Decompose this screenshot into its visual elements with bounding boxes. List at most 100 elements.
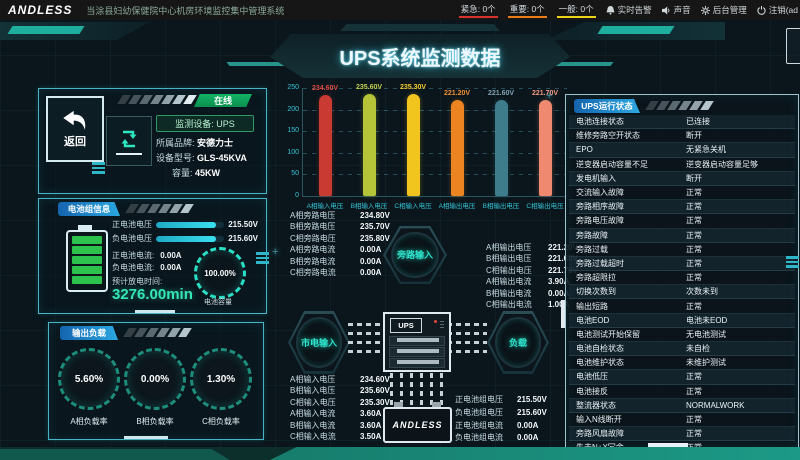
menu-item-realtime-alarm[interactable]: 实时告警: [606, 4, 652, 16]
status-value: 断开: [686, 130, 702, 141]
top-bar: ANDLESS 当涂县妇幼保健院中心机房环境监控集中管理系统 紧急: 0个 重要…: [0, 0, 800, 20]
status-label: 电池低压: [569, 371, 686, 382]
battery-group-list: 正电池组电压 215.50V 负电池组电压 215.60V 正电池组电流 0.0…: [455, 396, 580, 447]
status-label: 发电机输入: [569, 173, 686, 184]
status-value: 已连接: [686, 116, 710, 127]
item-value: 0.00A: [360, 269, 381, 280]
status-row: 整流器状态 NORMALWORK: [569, 399, 795, 413]
menu-label: 声音: [674, 4, 691, 16]
y-axis-tick: 150: [273, 127, 299, 134]
brand-field: 所属品牌: 安德力士: [156, 136, 233, 149]
logout-power-icon: [757, 6, 766, 15]
item-label: A相输入电流: [290, 410, 360, 421]
positive-voltage-bar: 正电池电压 215.50V: [112, 221, 258, 229]
status-label: 电池连接状态: [569, 116, 686, 127]
discharge-time-value: 3276.00min: [112, 286, 193, 303]
y-axis-tick: 200: [273, 106, 299, 113]
footer-band-bright: [270, 447, 800, 460]
panel-border-highlight: [124, 436, 168, 439]
status-label: 旁路故障: [569, 230, 686, 241]
brand-logo: ANDLESS: [8, 3, 72, 17]
status-row: 切换次数到 次数未到: [569, 285, 795, 299]
status-value: 无电池测试: [686, 329, 726, 340]
gauge-label: A相负载率: [70, 416, 107, 427]
item-value: 0.00A: [517, 434, 538, 447]
item-value: 215.50V: [517, 396, 547, 409]
status-row: 输入N线断开 正常: [569, 413, 795, 427]
back-button[interactable]: 返回: [46, 96, 104, 162]
item-label: 负电池组电压: [455, 409, 517, 422]
connector-marks: [786, 256, 799, 268]
node-label: 旁路输入: [397, 248, 433, 261]
alarm-underline: [557, 16, 596, 18]
status-value: 正常: [686, 428, 702, 439]
status-row: 旁路风扇故障 正常: [569, 427, 795, 441]
battery-block: ANDLESS: [383, 407, 452, 443]
field-label: 设备型号:: [156, 153, 195, 163]
menu-item-logout[interactable]: 注销(ad: [757, 4, 798, 16]
item-value: 215.60V: [517, 409, 547, 422]
status-label: 电池接反: [569, 386, 686, 397]
field-value: 45KW: [195, 168, 220, 178]
status-row: EPO 无紧急关机: [569, 143, 795, 157]
header-deco-right-accent: [598, 26, 675, 34]
status-label: EPO: [569, 145, 686, 154]
connector-marks: [92, 162, 105, 174]
chart-bar: [495, 100, 508, 196]
progress-slashes: [648, 101, 711, 110]
item-label: 正电池组电压: [455, 396, 517, 409]
alarm-counter[interactable]: 紧急: 0个: [459, 2, 498, 18]
y-axis-tick: 250: [273, 84, 299, 91]
battery-terminal: [394, 402, 403, 407]
menu-item-sound[interactable]: 声音: [662, 4, 691, 16]
status-label: 旁路风扇故障: [569, 428, 686, 439]
system-title: 当涂县妇幼保健院中心机房环境监控集中管理系统: [86, 4, 284, 17]
menu-item-admin[interactable]: 后台管理: [701, 4, 747, 16]
alarm-counter[interactable]: 重要: 0个: [508, 2, 547, 18]
rack-slot: [389, 358, 445, 368]
positive-current: 正电池电流:0.00A: [112, 252, 182, 260]
status-value: 未自检: [686, 343, 710, 354]
voltage-bar-track: [156, 222, 224, 228]
alarm-count: 0个: [531, 4, 544, 14]
item-value: 3.50A: [360, 433, 381, 444]
battery-icon: [66, 230, 108, 292]
menu-label: 实时告警: [618, 4, 652, 16]
progress-slashes: [128, 204, 191, 213]
item-label: C相输出电流: [486, 301, 548, 312]
alarm-counter[interactable]: 一般: 0个: [557, 2, 596, 18]
progress-slashes: [126, 328, 189, 337]
gauge-ring: 5.60%: [58, 348, 120, 410]
status-label: 输出短路: [569, 301, 686, 312]
alarm-count: 0个: [482, 4, 495, 14]
node-label: 负载: [509, 336, 527, 349]
battery-cap: [78, 225, 92, 230]
header-deco-wing-left: [226, 62, 285, 66]
top-bar-right: 紧急: 0个 重要: 0个 一般: 0个 实时告警 声音: [459, 0, 800, 20]
field-label: 负电池电流:: [112, 264, 154, 272]
status-value: 正常: [686, 258, 702, 269]
status-value: 正常: [686, 301, 702, 312]
item-label: A相旁路电流: [290, 246, 360, 257]
status-row: 旁路相序故障 正常: [569, 200, 795, 214]
bar-value: 215.50V: [228, 221, 258, 229]
bar-value: 215.60V: [228, 235, 258, 243]
status-row: 旁路超限拉 正常: [569, 271, 795, 285]
item-value: 3.60A: [360, 410, 381, 421]
field-label: 正电池电流:: [112, 252, 154, 260]
load-gauge: 5.60% A相负载率: [58, 348, 120, 427]
online-status-badge: 在线: [194, 94, 252, 107]
back-label: 返回: [64, 133, 86, 149]
gauge-label: B相负载率: [136, 416, 173, 427]
gridline: [303, 153, 567, 154]
list-item: 负电池组电压 215.60V: [455, 409, 580, 422]
field-value: GLS-45KVA: [197, 153, 247, 163]
gear-icon: [701, 6, 710, 15]
status-label: 输入N线断开: [569, 414, 686, 425]
ups-rack-label: UPS: [390, 318, 422, 333]
bar-chart-plot: 050100150200250234.60VA相输入电压235.60VB相输入电…: [302, 88, 567, 197]
status-label: 旁路相序故障: [569, 201, 686, 212]
status-value: NORMALWORK: [686, 401, 745, 410]
status-value: 无紧急关机: [686, 144, 726, 155]
alarm-underline: [508, 16, 547, 18]
